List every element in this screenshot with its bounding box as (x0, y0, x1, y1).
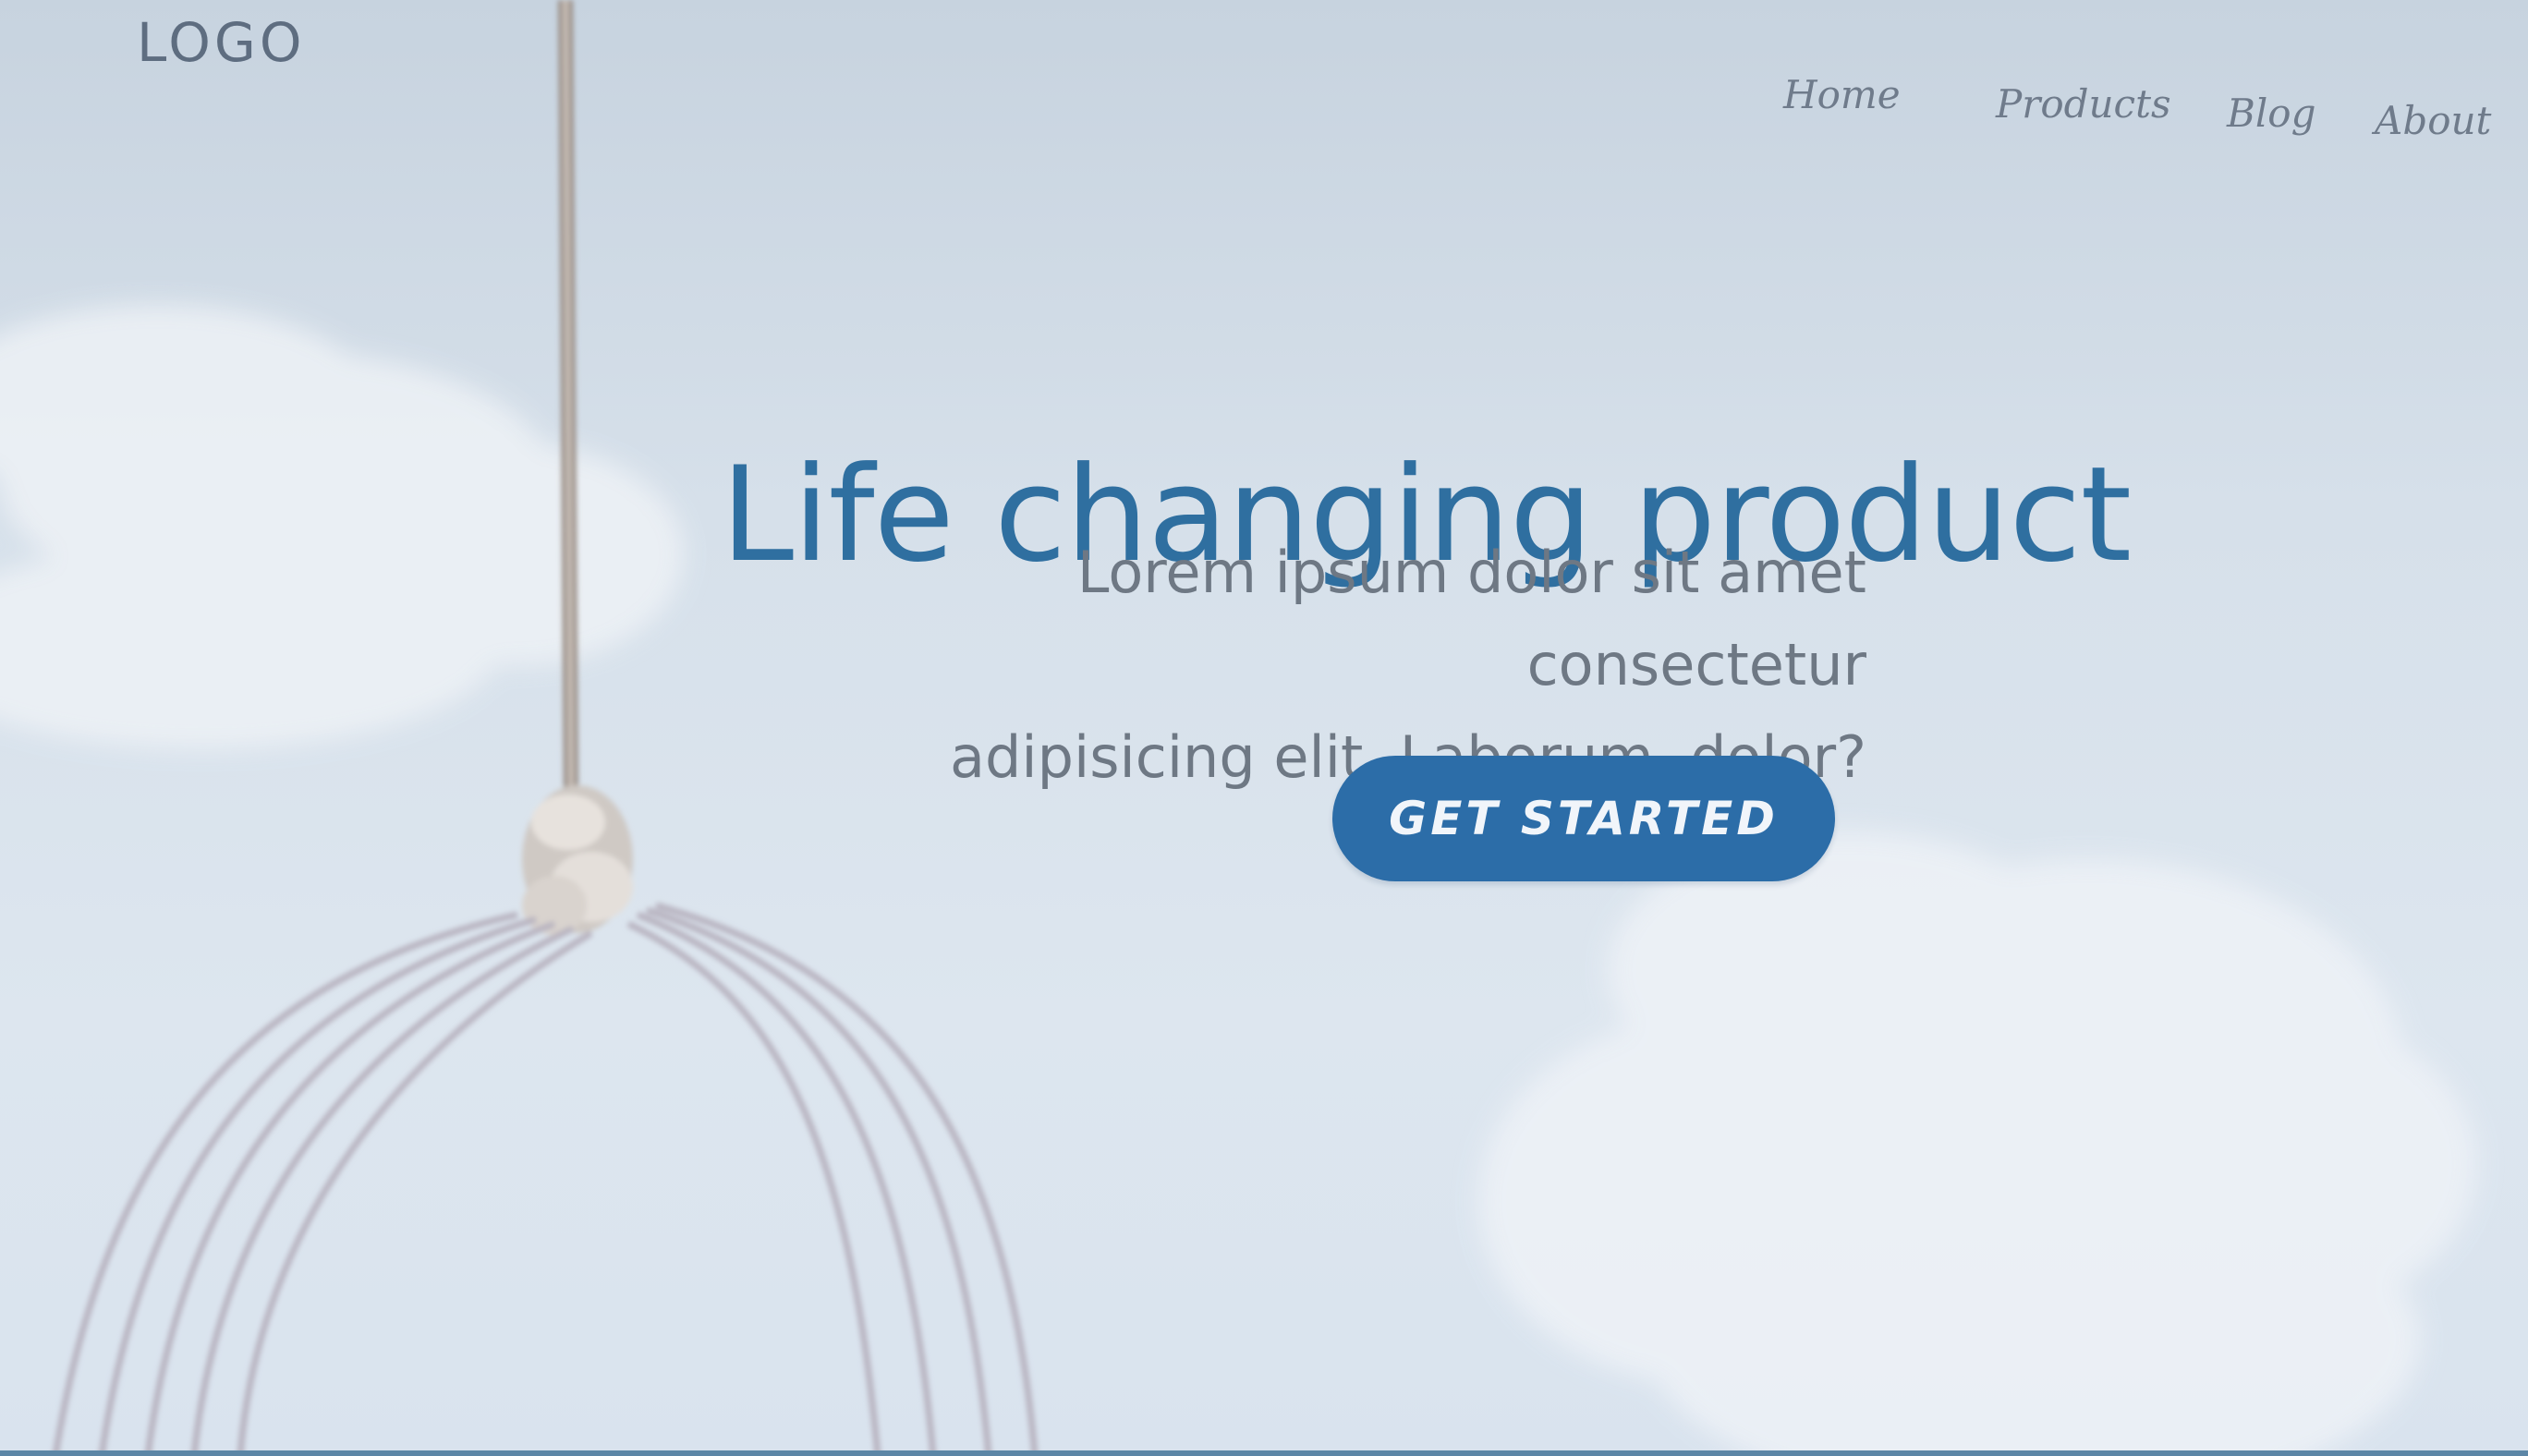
nav-item-home[interactable]: Home (1783, 72, 1901, 117)
nav-item-about[interactable]: About (2375, 98, 2491, 143)
bottom-divider (0, 1450, 2528, 1456)
nav-item-blog[interactable]: Blog (2227, 91, 2315, 136)
main-nav: Home Products Blog About (1783, 72, 2491, 143)
nav-item-products[interactable]: Products (1996, 81, 2171, 127)
cloud-right (1478, 831, 2476, 1456)
logo[interactable]: LOGO (137, 11, 306, 74)
get-started-button[interactable]: GET STARTED (1332, 756, 1835, 881)
cloud-left (0, 305, 684, 748)
hero-subtitle-line-1: Lorem ipsum dolor sit amet consectetur (1076, 539, 1866, 698)
